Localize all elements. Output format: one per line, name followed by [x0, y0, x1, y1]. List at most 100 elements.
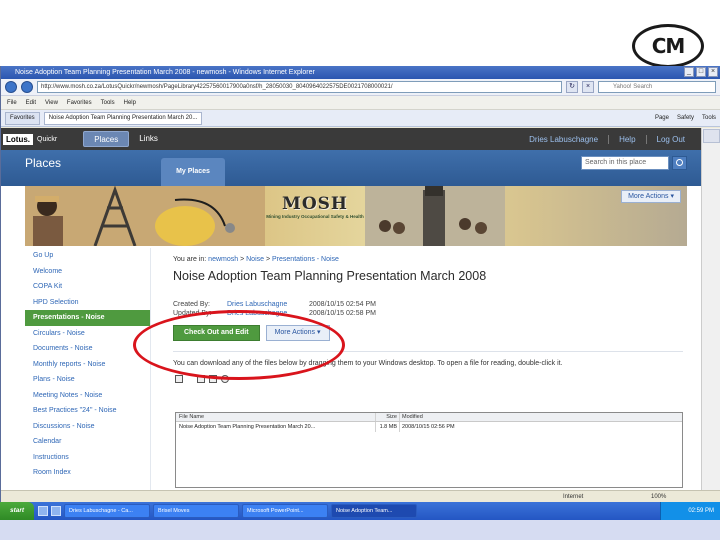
web-search-input[interactable]: Yahoo! Search	[598, 81, 716, 93]
sidebar-item-presentations[interactable]: Presentations - Noise	[25, 310, 150, 326]
address-bar: http://www.mosh.co.za/LotusQuickr/newmos…	[1, 79, 720, 96]
action-buttons: Check Out and Edit More Actions ▾	[173, 325, 683, 341]
updated-row: Updated By: Dries Labuschagne 2008/10/15…	[173, 310, 683, 317]
menu-help[interactable]: Help	[124, 100, 136, 106]
mosh-subtitle: Mining Industry Occupational Safety & He…	[266, 214, 364, 219]
sidebar-item-hpd-selection[interactable]: HPD Selection	[25, 295, 150, 311]
more-actions-button[interactable]: More Actions ▾	[265, 325, 330, 341]
back-icon[interactable]	[5, 81, 17, 93]
details-icon[interactable]	[209, 375, 217, 383]
tab-places[interactable]: Places	[83, 131, 130, 147]
sidebar-item-welcome[interactable]: Welcome	[25, 264, 150, 280]
my-places-tab[interactable]: My Places	[161, 158, 225, 186]
refresh-list-icon[interactable]	[221, 375, 229, 383]
more-actions-top-button[interactable]: More Actions ▾	[621, 190, 681, 203]
quick-launch-icon[interactable]	[38, 506, 48, 516]
file-row[interactable]: Noise Adoption Team Planning Presentatio…	[176, 422, 682, 432]
menu-view[interactable]: View	[45, 100, 58, 106]
sidebar-item-instructions[interactable]: Instructions	[25, 450, 150, 466]
menu-file[interactable]: File	[7, 100, 17, 106]
scroll-up-icon[interactable]	[702, 129, 720, 143]
breadcrumb-link-noise[interactable]: Noise	[246, 256, 264, 263]
column-file-name[interactable]: File Name	[176, 413, 376, 421]
column-modified[interactable]: Modified	[400, 413, 482, 421]
maximize-icon[interactable]: □	[696, 67, 706, 77]
mosh-banner: MOSH Mining Industry Occupational Safety…	[25, 186, 687, 246]
save-icon[interactable]	[175, 375, 183, 383]
logout-link[interactable]: Log Out	[645, 134, 695, 144]
close-icon[interactable]: ×	[708, 67, 718, 77]
tab-noise-presentation[interactable]: Noise Adoption Team Planning Presentatio…	[43, 111, 203, 125]
file-toolbar	[175, 375, 683, 383]
taskbar-button-ie[interactable]: Noise Adoption Team...	[331, 504, 417, 518]
sidebar-item-plans[interactable]: Plans - Noise	[25, 372, 150, 388]
menu-tools[interactable]: Tools	[101, 100, 115, 106]
menu-favorites[interactable]: Favorites	[67, 100, 92, 106]
start-button[interactable]: start	[0, 502, 34, 520]
more-actions-label: More Actions	[274, 329, 316, 336]
sidebar-item-documents[interactable]: Documents - Noise	[25, 341, 150, 357]
updated-date: 2008/10/15 02:58 PM	[309, 310, 376, 317]
system-tray: 02:59 PM	[660, 502, 720, 520]
taskbar-button-powerpoint[interactable]: Microsoft PowerPoint...	[242, 504, 328, 518]
lotus-topbar: Lotus. Quickr Places Links Dries Labusch…	[1, 128, 701, 150]
breadcrumb-link-presentations[interactable]: Presentations - Noise	[272, 256, 339, 263]
created-label: Created By:	[173, 301, 210, 308]
clock: 02:59 PM	[688, 508, 714, 514]
updated-label: Updated By:	[173, 310, 212, 317]
sidebar-item-calendar[interactable]: Calendar	[25, 434, 150, 450]
created-by-link[interactable]: Dries Labuschagne	[227, 301, 309, 308]
address-input[interactable]: http://www.mosh.co.za/LotusQuickr/newmos…	[37, 81, 562, 93]
stop-icon[interactable]: ×	[582, 81, 594, 93]
favorites-button[interactable]: Favorites	[5, 111, 40, 125]
updated-by-link[interactable]: Dries Labuschagne	[227, 310, 309, 317]
file-list: File Name Size Modified Noise Adoption T…	[175, 412, 683, 488]
refresh-icon[interactable]: ↻	[566, 81, 578, 93]
file-modified: 2008/10/15 02:56 PM	[402, 424, 455, 430]
safety-menu[interactable]: Safety	[677, 115, 694, 121]
place-search-input[interactable]: Search in this place	[581, 156, 669, 170]
help-link[interactable]: Help	[608, 134, 645, 144]
minimize-icon[interactable]: _	[684, 67, 694, 77]
banner-photo-right	[365, 186, 505, 246]
page-menu[interactable]: Page	[655, 115, 669, 121]
cm-logo-text: CM	[651, 34, 686, 58]
page-scrollbar[interactable]	[701, 128, 720, 490]
sidebar-item-monthly-reports[interactable]: Monthly reports - Noise	[25, 357, 150, 373]
window-titlebar: Noise Adoption Team Planning Presentatio…	[1, 66, 720, 79]
sidebar-item-room-index[interactable]: Room Index	[25, 465, 150, 481]
user-link[interactable]: Dries Labuschagne	[519, 135, 608, 144]
browser-window: Noise Adoption Team Planning Presentatio…	[0, 66, 720, 520]
tools-menu[interactable]: Tools	[702, 115, 716, 121]
file-name[interactable]: Noise Adoption Team Planning Presentatio…	[176, 422, 376, 432]
breadcrumb-prefix: You are in:	[173, 256, 207, 263]
search-icon[interactable]	[672, 156, 687, 170]
mosh-logo-text: MOSH	[282, 194, 348, 214]
web-search-placeholder: Yahoo! Search	[613, 84, 653, 90]
more-actions-top-label: More Actions	[628, 193, 669, 200]
forward-icon[interactable]	[21, 81, 33, 93]
banner-photo-left	[25, 186, 265, 246]
check-out-edit-button[interactable]: Check Out and Edit	[173, 325, 260, 341]
sidebar-item-copa-kit[interactable]: COPA Kit	[25, 279, 150, 295]
tab-links[interactable]: Links	[129, 131, 168, 147]
sidebar-item-meeting-notes[interactable]: Meeting Notes - Noise	[25, 388, 150, 404]
taskbar-button-outlook[interactable]: Dries Labuschagne - Ca...	[64, 504, 150, 518]
cm-logo: CM	[632, 24, 704, 68]
quickr-label: Quickr	[37, 135, 58, 143]
breadcrumb: You are in: newmosh > Noise > Presentati…	[173, 256, 339, 263]
sidebar-item-discussions[interactable]: Discussions - Noise	[25, 419, 150, 435]
menu-edit[interactable]: Edit	[26, 100, 36, 106]
column-size[interactable]: Size	[376, 413, 400, 421]
mosh-logo: MOSH Mining Industry Occupational Safety…	[266, 194, 364, 236]
slide-bottom-band	[0, 520, 720, 540]
taskbar-button-folder[interactable]: Brisel Moves	[153, 504, 239, 518]
breadcrumb-link-newmosh[interactable]: newmosh	[208, 256, 238, 263]
sidebar-item-circulars[interactable]: Circulars - Noise	[25, 326, 150, 342]
page-content: Lotus. Quickr Places Links Dries Labusch…	[1, 128, 701, 490]
view-icon[interactable]	[197, 375, 205, 383]
sidebar-item-best-practices[interactable]: Best Practices "24" - Noise	[25, 403, 150, 419]
quick-launch-icon[interactable]	[51, 506, 61, 516]
sidebar-item-go-up[interactable]: Go Up	[25, 248, 150, 264]
menu-bar: File Edit View Favorites Tools Help	[1, 96, 720, 110]
